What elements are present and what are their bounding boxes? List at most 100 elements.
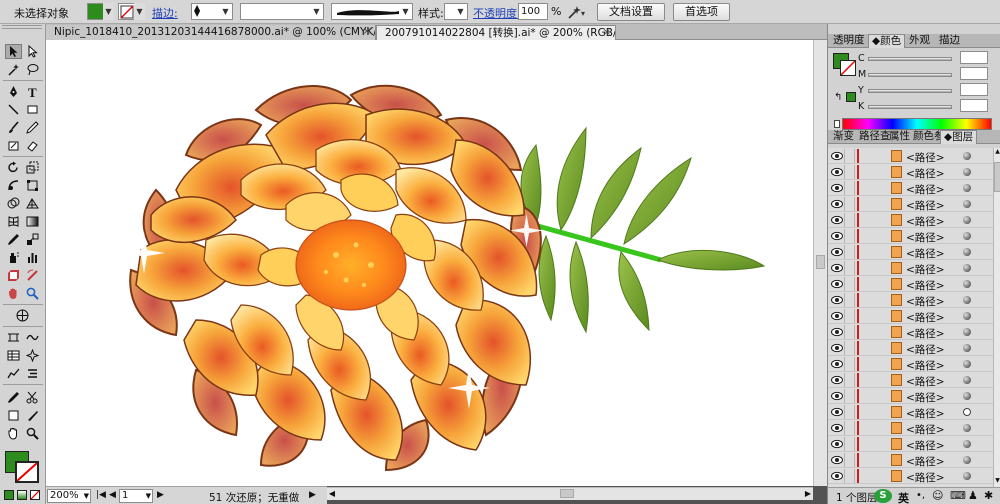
layer-name[interactable]: <路径> — [906, 326, 945, 341]
visibility-eye-icon[interactable] — [831, 215, 843, 225]
lock-toggle[interactable] — [844, 149, 855, 163]
brush-definition-field[interactable]: ▼ — [331, 3, 413, 20]
visibility-eye-icon[interactable] — [831, 359, 843, 369]
width-tool-icon[interactable] — [5, 330, 22, 345]
target-circle-icon[interactable] — [963, 376, 971, 384]
lock-toggle[interactable] — [844, 229, 855, 243]
layer-name[interactable]: <路径> — [906, 278, 945, 293]
mesh-tool-icon[interactable] — [5, 214, 22, 229]
target-circle-icon[interactable] — [963, 200, 971, 208]
target-circle-icon[interactable] — [963, 440, 971, 448]
layer-name[interactable]: <路径> — [906, 390, 945, 405]
target-circle-icon[interactable] — [963, 408, 971, 416]
layer-row[interactable]: <路径> — [828, 180, 993, 196]
last-color-swatch[interactable] — [846, 92, 856, 102]
layer-name[interactable]: <路径> — [906, 230, 945, 245]
layer-row[interactable]: <路径> — [828, 468, 993, 484]
scroll-right-icon[interactable]: ▶ — [803, 488, 813, 500]
tab-attributes[interactable]: 属性 — [886, 130, 913, 144]
visibility-eye-icon[interactable] — [831, 231, 843, 241]
rectangle-tool-icon[interactable] — [24, 102, 41, 117]
lock-toggle[interactable] — [844, 165, 855, 179]
tab-document-2[interactable]: 20079101402​2804 [转换].ai* @ 200% (RGB/预览… — [376, 25, 616, 40]
zoom-tool-icon[interactable] — [24, 286, 41, 301]
visibility-eye-icon[interactable] — [831, 343, 843, 353]
vertical-scrollbar[interactable] — [813, 40, 827, 486]
zoom-tool-alt-icon[interactable] — [24, 426, 41, 441]
visibility-eye-icon[interactable] — [831, 311, 843, 321]
stroke-link[interactable]: 描边: — [152, 5, 178, 21]
visibility-eye-icon[interactable] — [831, 295, 843, 305]
horizontal-scroll-thumb[interactable] — [560, 489, 574, 498]
lock-toggle[interactable] — [844, 373, 855, 387]
free-transform-tool-icon[interactable] — [24, 178, 41, 193]
tools-icon[interactable]: ✱ — [984, 489, 993, 502]
blend-tool-icon[interactable] — [24, 232, 41, 247]
vertical-scroll-thumb[interactable] — [816, 255, 825, 269]
hand-tool-icon[interactable] — [5, 286, 22, 301]
pencil-tool-icon[interactable] — [24, 120, 41, 135]
hand-tool-alt-icon[interactable] — [5, 426, 22, 441]
lock-toggle[interactable] — [844, 405, 855, 419]
layer-row[interactable]: <路径> — [828, 420, 993, 436]
target-circle-icon[interactable] — [963, 328, 971, 336]
warp-tool-icon[interactable] — [5, 178, 22, 193]
ime-punct-icon[interactable]: •, — [916, 490, 925, 501]
previous-page-icon[interactable]: ◀ — [109, 490, 116, 500]
layer-name[interactable]: <路径> — [906, 422, 945, 437]
eyedropper-alt-icon[interactable] — [5, 390, 22, 405]
target-circle-icon[interactable] — [963, 344, 971, 352]
visibility-eye-icon[interactable] — [831, 183, 843, 193]
lock-toggle[interactable] — [844, 389, 855, 403]
symbol-sprayer-tool-icon[interactable] — [5, 250, 22, 265]
target-circle-icon[interactable] — [963, 152, 971, 160]
stroke-color-swatch[interactable]: ▼ — [118, 3, 145, 20]
chevron-down-icon[interactable]: ▼ — [311, 5, 322, 18]
page-field[interactable]: 1 ▼ — [119, 489, 153, 503]
opacity-input[interactable]: 100 — [518, 3, 548, 20]
none-mode-icon[interactable] — [30, 490, 40, 500]
next-page-icon[interactable]: ▶ — [157, 490, 164, 500]
visibility-eye-icon[interactable] — [831, 247, 843, 257]
layer-row[interactable]: <路径> — [828, 324, 993, 340]
layer-name[interactable]: <路径> — [906, 182, 945, 197]
target-circle-icon[interactable] — [963, 280, 971, 288]
rectangle-frame-icon[interactable] — [5, 408, 22, 423]
layer-name[interactable]: <路径> — [906, 214, 945, 229]
fill-color-swatch[interactable]: ▼ — [87, 3, 114, 20]
artboard-canvas[interactable] — [46, 40, 813, 486]
layer-name[interactable]: <路径> — [906, 166, 945, 181]
layer-row[interactable]: <路径> — [828, 212, 993, 228]
rotate-tool-icon[interactable] — [5, 160, 22, 175]
lock-toggle[interactable] — [844, 261, 855, 275]
eyedropper-tool-icon[interactable] — [5, 232, 22, 247]
chevron-down-icon[interactable]: ▼ — [455, 5, 466, 18]
layer-row[interactable]: <路径> — [828, 276, 993, 292]
chevron-down-icon[interactable]: ▼ — [84, 490, 89, 502]
layer-name[interactable]: <路径> — [906, 198, 945, 213]
lock-toggle[interactable] — [844, 277, 855, 291]
horizontal-scrollbar[interactable]: ◀ ▶ — [327, 487, 813, 500]
artboard-tool-icon[interactable] — [5, 268, 22, 283]
status-menu-icon[interactable]: ▶ — [309, 490, 316, 500]
layer-row[interactable]: <路径> — [828, 244, 993, 260]
gradient-mode-icon[interactable] — [17, 490, 27, 500]
chart-line-icon[interactable] — [5, 366, 22, 381]
target-circle-icon[interactable] — [963, 216, 971, 224]
target-circle-icon[interactable] — [963, 232, 971, 240]
live-paint-bucket-icon[interactable] — [14, 308, 31, 323]
line-tool-icon[interactable] — [5, 102, 22, 117]
target-circle-icon[interactable] — [963, 264, 971, 272]
align-icon[interactable] — [24, 366, 41, 381]
chevron-down-icon[interactable]: ▼ — [134, 3, 145, 20]
scissors-tool-icon[interactable] — [24, 390, 41, 405]
type-tool-icon[interactable]: T — [24, 84, 41, 99]
tab-transparency[interactable]: 透明度 — [830, 34, 868, 48]
ime-logo-icon[interactable]: S — [874, 489, 892, 503]
target-circle-icon[interactable] — [963, 184, 971, 192]
layer-name[interactable]: <路径> — [906, 470, 945, 485]
tab-appearance[interactable]: 外观 — [906, 34, 933, 48]
chevron-down-icon[interactable]: ▼ — [220, 5, 231, 18]
visibility-eye-icon[interactable] — [831, 439, 843, 449]
layer-name[interactable]: <路径> — [906, 262, 945, 277]
